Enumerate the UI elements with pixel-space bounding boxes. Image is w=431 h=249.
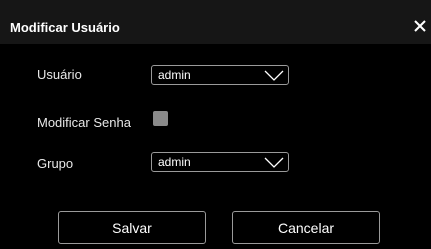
dialog-title: Modificar Usuário — [10, 20, 120, 35]
user-select[interactable]: admin — [151, 65, 289, 85]
save-button[interactable]: Salvar — [58, 211, 206, 244]
group-label: Grupo — [37, 156, 74, 171]
close-icon — [414, 20, 426, 32]
dialog-title-bar: Modificar Usuário — [0, 0, 431, 44]
modify-user-dialog: Modificar Usuário Usuário admin Modifica… — [0, 0, 431, 249]
user-label: Usuário — [37, 67, 82, 82]
chevron-down-icon — [264, 70, 284, 81]
chevron-down-icon — [264, 157, 284, 168]
close-button[interactable] — [412, 18, 428, 34]
group-select-value: admin — [158, 155, 191, 169]
user-select-value: admin — [158, 68, 191, 82]
cancel-button[interactable]: Cancelar — [232, 211, 380, 244]
group-select[interactable]: admin — [151, 152, 289, 172]
modify-password-label: Modificar Senha — [37, 115, 131, 130]
modify-password-checkbox[interactable] — [153, 111, 168, 126]
